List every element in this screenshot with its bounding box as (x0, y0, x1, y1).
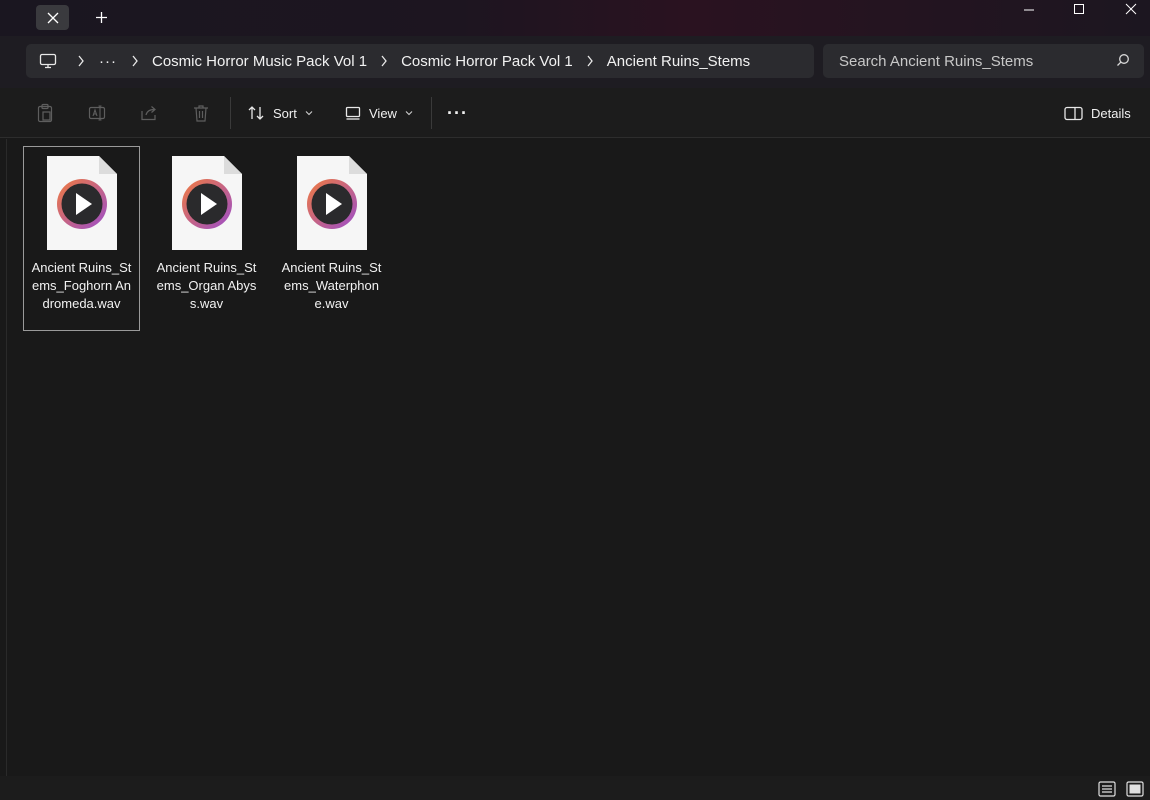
maximize-icon (1074, 4, 1084, 14)
search-input[interactable] (839, 52, 1099, 70)
sort-label: Sort (273, 105, 297, 121)
breadcrumb-separator[interactable] (124, 55, 146, 67)
list-view-icon (1098, 781, 1116, 797)
breadcrumb-item[interactable]: Cosmic Horror Pack Vol 1 (395, 53, 579, 70)
chevron-down-icon (305, 111, 313, 116)
this-pc-button[interactable] (26, 53, 70, 69)
minimize-button[interactable] (1006, 0, 1052, 18)
maximize-button[interactable] (1056, 0, 1102, 18)
chevron-right-icon (587, 55, 593, 67)
file-name: Ancient Ruins_Stems_Foghorn Andromeda.wa… (31, 260, 132, 311)
more-icon: ··· (447, 102, 468, 123)
toolbar-divider (431, 97, 432, 129)
view-label: View (369, 105, 397, 121)
chevron-right-icon (78, 55, 84, 67)
toolbar-divider (230, 97, 231, 129)
paste-icon (37, 103, 53, 123)
minimize-icon (1024, 9, 1034, 11)
more-options-button[interactable]: ··· (447, 98, 468, 128)
view-icon (345, 106, 361, 120)
audio-file-icon (46, 156, 117, 250)
rename-icon (88, 105, 106, 121)
search-box[interactable] (823, 44, 1144, 78)
breadcrumb-separator[interactable] (373, 55, 395, 67)
pane-divider[interactable] (6, 139, 7, 776)
preview-view-icon (1126, 781, 1144, 797)
chevron-right-icon (381, 55, 387, 67)
sort-icon (248, 106, 264, 120)
share-button[interactable] (137, 101, 161, 125)
sort-button[interactable]: Sort (247, 98, 313, 128)
rename-button[interactable] (85, 101, 109, 125)
breadcrumb-overflow[interactable]: ··· (92, 53, 124, 70)
file-item[interactable]: Ancient Ruins_Stems_Foghorn Andromeda.wa… (23, 146, 140, 331)
tab-close-button[interactable] (36, 5, 69, 30)
plus-icon (95, 12, 107, 23)
title-bar (0, 0, 1150, 36)
new-tab-button[interactable] (88, 5, 114, 30)
share-icon (141, 106, 156, 121)
address-bar[interactable]: ··· Cosmic Horror Music Pack Vol 1 Cosmi… (26, 44, 814, 78)
paste-button[interactable] (33, 101, 57, 125)
breadcrumb-separator[interactable] (70, 55, 92, 67)
file-item[interactable]: Ancient Ruins_Stems_Organ Abyss.wav (148, 146, 265, 314)
details-pane-button[interactable]: Details (1064, 98, 1131, 128)
view-button[interactable]: View (345, 98, 413, 128)
breadcrumb-item[interactable]: Cosmic Horror Music Pack Vol 1 (146, 53, 373, 70)
file-name: Ancient Ruins_Stems_Organ Abyss.wav (156, 260, 257, 311)
file-item[interactable]: Ancient Ruins_Stems_Waterphone.wav (273, 146, 390, 314)
window-close-button[interactable] (1108, 0, 1150, 18)
monitor-icon (39, 53, 57, 69)
breadcrumb-separator[interactable] (579, 55, 601, 67)
details-pane-icon (1064, 106, 1083, 120)
audio-file-icon (171, 156, 242, 250)
tiles-view-button[interactable] (1125, 780, 1145, 798)
file-list: Ancient Ruins_Stems_Foghorn Andromeda.wa… (0, 139, 1150, 776)
details-view-button[interactable] (1097, 780, 1117, 798)
trash-icon (194, 105, 208, 122)
address-row: ··· Cosmic Horror Music Pack Vol 1 Cosmi… (0, 36, 1150, 88)
breadcrumb-current[interactable]: Ancient Ruins_Stems (601, 53, 756, 70)
search-icon[interactable] (1116, 53, 1130, 71)
file-name: Ancient Ruins_Stems_Waterphone.wav (281, 260, 382, 311)
chevron-down-icon (405, 111, 413, 116)
chevron-right-icon (132, 55, 138, 67)
close-icon (47, 12, 58, 23)
audio-file-icon (296, 156, 367, 250)
delete-button[interactable] (189, 101, 213, 125)
close-icon (1125, 3, 1137, 15)
command-bar: Sort View ··· Details (0, 88, 1150, 138)
status-bar (0, 776, 1150, 800)
details-label: Details (1091, 105, 1131, 121)
